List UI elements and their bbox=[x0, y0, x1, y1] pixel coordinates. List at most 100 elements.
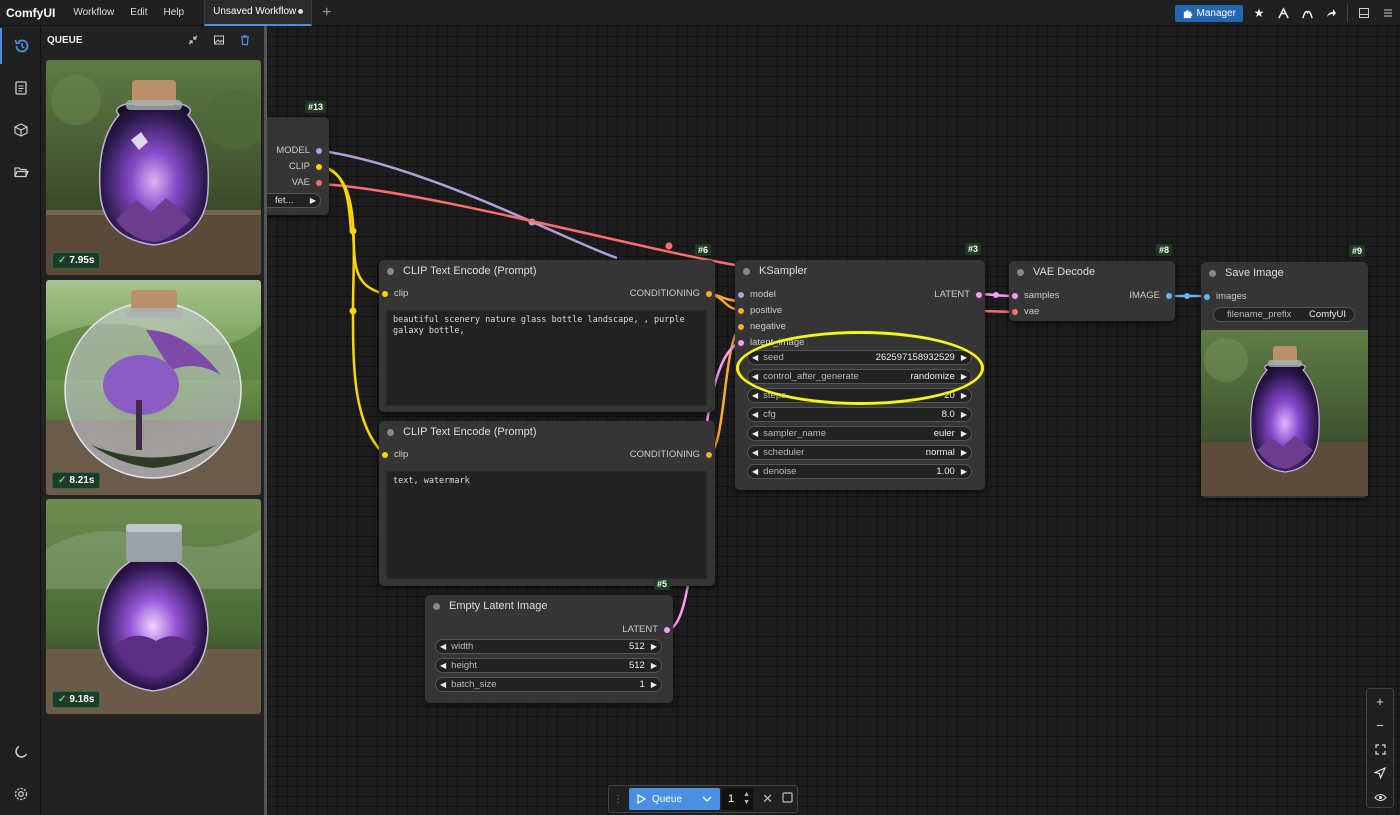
clip-text-encode-negative-node[interactable]: CLIP Text Encode (Prompt) clip CONDITION… bbox=[379, 421, 715, 586]
navigate-icon[interactable] bbox=[1367, 761, 1393, 785]
stop-icon[interactable] bbox=[782, 790, 793, 808]
node-title[interactable]: CLIP Text Encode (Prompt) bbox=[379, 260, 715, 282]
share-icon[interactable] bbox=[1319, 2, 1343, 24]
input-clip[interactable]: clip bbox=[382, 288, 408, 299]
arrow-right-icon[interactable]: ▶ bbox=[310, 196, 316, 205]
batch-count-input[interactable]: 1 ▲ ▼ bbox=[722, 788, 754, 810]
arrow-right-icon[interactable]: ▶ bbox=[961, 467, 967, 476]
clip-text-encode-positive-node[interactable]: CLIP Text Encode (Prompt) clip CONDITION… bbox=[379, 260, 715, 412]
input-latent-image[interactable]: latent_image bbox=[738, 337, 804, 348]
save-image-node[interactable]: Save Image images filename_prefix ComfyUI bbox=[1201, 262, 1368, 498]
stepper-icon[interactable]: ▲ ▼ bbox=[743, 791, 753, 807]
collapse-dot-icon[interactable] bbox=[1209, 269, 1216, 277]
document-icon[interactable] bbox=[0, 70, 41, 106]
node-canvas[interactable]: #13 MODEL CLIP VAE fet... ▶ #6 CLIP Text … bbox=[267, 26, 1400, 815]
queue-item[interactable]: ✓ 9.18s bbox=[46, 499, 261, 714]
output-vae[interactable]: VAE bbox=[292, 177, 322, 188]
history-icon[interactable] bbox=[0, 28, 41, 64]
input-negative[interactable]: negative bbox=[738, 321, 786, 332]
input-images[interactable]: images bbox=[1204, 291, 1247, 302]
drag-handle-icon[interactable]: ⋮ bbox=[613, 794, 629, 805]
control-after-generate-widget[interactable]: ◀ control_after_generate randomize ▶ bbox=[747, 369, 972, 384]
input-vae[interactable]: vae bbox=[1012, 306, 1039, 317]
batch-size-widget[interactable]: ◀ batch_size 1 ▶ bbox=[435, 677, 662, 692]
trash-icon[interactable] bbox=[232, 34, 258, 46]
arrow-right-icon[interactable]: ▶ bbox=[961, 391, 967, 400]
collapse-dot-icon[interactable] bbox=[433, 602, 440, 610]
gear-icon[interactable] bbox=[0, 776, 41, 812]
seed-widget[interactable]: ◀ seed 262597158932529 ▶ bbox=[747, 350, 972, 365]
filename-prefix-widget[interactable]: filename_prefix ComfyUI bbox=[1213, 307, 1355, 322]
output-latent[interactable]: LATENT bbox=[622, 624, 670, 635]
toggle-panel-icon[interactable] bbox=[1352, 2, 1376, 24]
negative-prompt-textarea[interactable]: text, watermark bbox=[386, 471, 707, 579]
menu-workflow[interactable]: Workflow bbox=[65, 7, 122, 18]
height-widget[interactable]: ◀ height 512 ▶ bbox=[435, 658, 662, 673]
app-logo[interactable]: ComfyUI bbox=[0, 6, 65, 20]
comfy-alt-logo-icon[interactable] bbox=[1295, 2, 1319, 24]
output-preview-image[interactable] bbox=[1201, 330, 1368, 496]
zoom-in-icon[interactable]: + bbox=[1367, 689, 1393, 713]
menu-edit[interactable]: Edit bbox=[122, 7, 155, 18]
collapse-dot-icon[interactable] bbox=[387, 428, 394, 436]
queue-button[interactable]: Queue bbox=[629, 788, 721, 810]
unsaved-dot-icon[interactable] bbox=[298, 9, 304, 14]
star-icon[interactable]: ★ bbox=[1247, 2, 1271, 24]
output-conditioning[interactable]: CONDITIONING bbox=[630, 288, 712, 299]
input-positive[interactable]: positive bbox=[738, 305, 782, 316]
queue-item[interactable]: ✓ 8.21s bbox=[46, 280, 261, 495]
arrow-right-icon[interactable]: ▶ bbox=[651, 661, 657, 670]
image-icon[interactable] bbox=[206, 34, 232, 46]
close-icon[interactable]: ✕ bbox=[753, 791, 782, 807]
sampler-name-widget[interactable]: ◀ sampler_name euler ▶ bbox=[747, 426, 972, 441]
node-title[interactable]: VAE Decode bbox=[1009, 261, 1175, 283]
node-title[interactable]: KSampler bbox=[735, 260, 985, 282]
menu-icon[interactable] bbox=[1376, 2, 1400, 24]
checkpoint-loader-node[interactable]: MODEL CLIP VAE fet... ▶ bbox=[267, 117, 329, 215]
steps-widget[interactable]: ◀ steps 20 ▶ bbox=[747, 388, 972, 403]
arrow-right-icon[interactable]: ▶ bbox=[651, 680, 657, 689]
output-clip[interactable]: CLIP bbox=[289, 161, 322, 172]
empty-latent-image-node[interactable]: Empty Latent Image LATENT ◀ width 512 ▶ ◀ he… bbox=[425, 595, 673, 703]
collapse-dot-icon[interactable] bbox=[743, 267, 750, 275]
eye-icon[interactable] bbox=[1367, 785, 1393, 809]
arrow-right-icon[interactable]: ▶ bbox=[961, 410, 967, 419]
cube-icon[interactable] bbox=[0, 112, 41, 148]
node-title[interactable]: CLIP Text Encode (Prompt) bbox=[379, 421, 715, 443]
output-image[interactable]: IMAGE bbox=[1129, 290, 1172, 301]
scheduler-widget[interactable]: ◀ scheduler normal ▶ bbox=[747, 445, 972, 460]
output-model[interactable]: MODEL bbox=[276, 145, 322, 156]
workflow-tab[interactable]: Unsaved Workflow bbox=[204, 0, 313, 26]
arrow-right-icon[interactable]: ▶ bbox=[961, 448, 967, 457]
cfg-widget[interactable]: ◀ cfg 8.0 ▶ bbox=[747, 407, 972, 422]
chevron-down-icon[interactable] bbox=[688, 794, 712, 805]
input-clip[interactable]: clip bbox=[382, 449, 408, 460]
queue-item[interactable]: ✓ 7.95s bbox=[46, 60, 261, 275]
arrow-right-icon[interactable]: ▶ bbox=[651, 642, 657, 651]
folder-icon[interactable] bbox=[0, 154, 41, 190]
denoise-widget[interactable]: ◀ denoise 1.00 ▶ bbox=[747, 464, 972, 479]
arrow-right-icon[interactable]: ▶ bbox=[961, 372, 967, 381]
node-title[interactable]: Save Image bbox=[1201, 262, 1368, 284]
arrow-right-icon[interactable]: ▶ bbox=[961, 429, 967, 438]
node-title[interactable]: Empty Latent Image bbox=[425, 595, 673, 617]
input-samples[interactable]: samples bbox=[1012, 290, 1059, 301]
menu-help[interactable]: Help bbox=[156, 7, 193, 18]
collapse-icon[interactable] bbox=[180, 34, 206, 46]
arrow-right-icon[interactable]: ▶ bbox=[961, 353, 967, 362]
new-tab-icon[interactable]: + bbox=[312, 4, 341, 22]
comfy-logo-icon[interactable] bbox=[1271, 2, 1295, 24]
ksampler-node[interactable]: KSampler model positive negative latent_… bbox=[735, 260, 985, 490]
ckpt-name-widget[interactable]: fet... ▶ bbox=[267, 193, 321, 208]
output-conditioning[interactable]: CONDITIONING bbox=[630, 449, 712, 460]
collapse-dot-icon[interactable] bbox=[1017, 268, 1024, 276]
output-latent[interactable]: LATENT bbox=[934, 289, 982, 300]
fit-view-icon[interactable] bbox=[1367, 737, 1393, 761]
input-model[interactable]: model bbox=[738, 289, 776, 300]
vae-decode-node[interactable]: VAE Decode samples vae IMAGE bbox=[1009, 261, 1175, 321]
prompt-textarea[interactable]: beautiful scenery nature glass bottle la… bbox=[386, 310, 707, 406]
width-widget[interactable]: ◀ width 512 ▶ bbox=[435, 639, 662, 654]
zoom-out-icon[interactable]: − bbox=[1367, 713, 1393, 737]
collapse-dot-icon[interactable] bbox=[387, 267, 394, 275]
manager-button[interactable]: Manager bbox=[1174, 4, 1243, 22]
